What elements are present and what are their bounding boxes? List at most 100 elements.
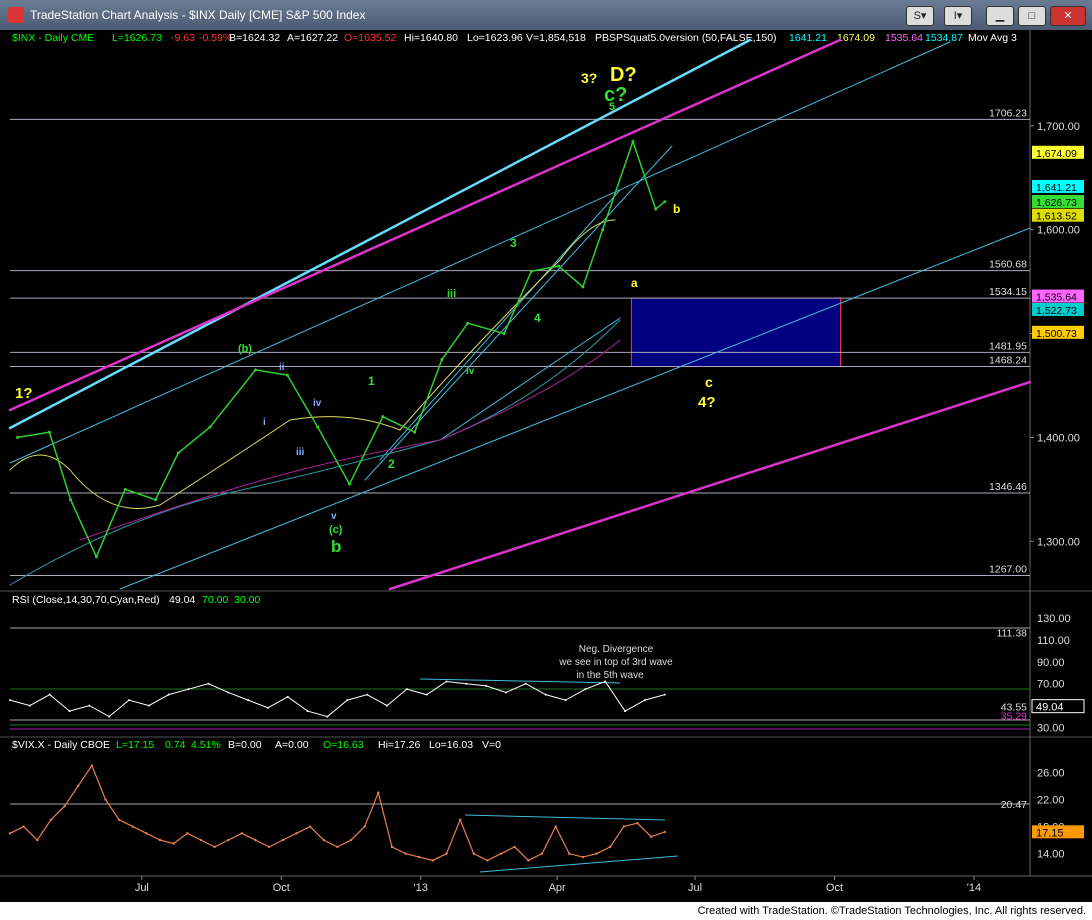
close-button[interactable]: ✕ [1050, 6, 1086, 26]
wave-label: ii [279, 362, 285, 373]
vix-point [445, 852, 448, 855]
minimize-button[interactable]: ▁ [986, 6, 1014, 26]
vix-point [649, 835, 653, 838]
rsi-point [48, 693, 51, 696]
title-bar: TradeStation Chart Analysis - $INX Daily… [0, 0, 1092, 31]
price-point [557, 264, 561, 268]
vix-point [8, 832, 12, 835]
trend-channels [8, 38, 1032, 591]
wave-label: c [705, 374, 713, 390]
price-point [254, 368, 258, 372]
vix-point [581, 855, 585, 859]
price-tag-label: 1,535.64 [1036, 292, 1077, 304]
wave-label: i [263, 417, 266, 428]
vix-point [540, 852, 544, 855]
price-volume: V=1,854,518 [526, 32, 586, 44]
rsi-point [286, 695, 289, 698]
price-bid: B=1624.32 [229, 32, 280, 44]
price-point [654, 207, 658, 211]
maximize-button[interactable]: □ [1018, 6, 1046, 26]
channel-line-cyan-mid [9, 41, 951, 464]
rsi-point [147, 704, 150, 707]
price-percent: -0.59% [199, 32, 232, 44]
price-point [601, 228, 605, 232]
wave-label: iii [447, 288, 456, 300]
vix-point [267, 845, 271, 849]
chart-area[interactable]: $INX - Daily CME L=1626.73 -9.63 -0.59% … [0, 30, 1092, 902]
vix-point [486, 859, 489, 862]
price-point [69, 498, 73, 502]
symbol-link-s-button[interactable]: S▾ [906, 6, 934, 26]
vix-point [145, 832, 148, 835]
vix-point [568, 852, 571, 855]
vix-point [663, 830, 666, 834]
moving-average-cyan [439, 317, 621, 441]
rsi-point [187, 688, 190, 691]
annotation-line-1: Neg. Divergence [579, 644, 654, 655]
rsi-point [247, 699, 250, 702]
vix-label: $VIX.X - Daily CBOE [12, 739, 110, 751]
rsi-point [167, 693, 170, 696]
price-point [663, 200, 667, 204]
rsi-level-label: 111.38 [996, 627, 1027, 639]
price-last: L=1626.73 [112, 32, 162, 44]
vix-high: Hi=17.26 [378, 739, 420, 751]
vix-point [90, 764, 94, 767]
price-axis-label: 1,600.00 [1037, 225, 1080, 237]
price-point [285, 373, 289, 377]
indicator-value-4: 1534.87 [925, 32, 963, 44]
vix-point [527, 859, 530, 862]
vix-point [22, 825, 25, 828]
price-open: O=1635.52 [344, 32, 396, 44]
price-level-label: 1706.23 [989, 107, 1027, 119]
price-ask: A=1627.22 [287, 32, 338, 44]
vix-point [363, 825, 366, 828]
rsi-axis-label: 130.00 [1037, 613, 1071, 625]
vix-change: 0.74 [165, 739, 186, 751]
wave-label: D? [610, 64, 637, 86]
price-symbol: $INX - Daily CME [12, 32, 94, 44]
wave-label: iii [296, 447, 305, 458]
rsi-point [385, 704, 388, 707]
chart-svg[interactable]: $INX - Daily CME L=1626.73 -9.63 -0.59% … [0, 30, 1092, 902]
rsi-value: 49.04 [169, 594, 195, 606]
rsi-point [9, 699, 11, 702]
price-point [502, 332, 506, 336]
vix-point [158, 838, 162, 842]
rsi-point [425, 693, 428, 696]
price-point [631, 139, 635, 143]
moving-average-label: Mov Avg 3 [968, 32, 1017, 44]
vix-lower-trendline [479, 855, 679, 873]
rsi-point [28, 704, 31, 707]
indicator-label: PBSPSquat5.0version (50,FALSE,150) [595, 32, 777, 44]
moving-average-magenta [79, 339, 621, 541]
rsi-point [68, 710, 71, 713]
wave-label: b [331, 537, 341, 556]
wave-label: 1? [15, 385, 33, 402]
wave-label: b [673, 202, 680, 216]
vix-point [418, 855, 421, 859]
rsi-point [544, 693, 547, 696]
vix-low: Lo=16.03 [429, 739, 473, 751]
rsi-point [445, 680, 448, 683]
price-tag-label: 1,641.21 [1036, 182, 1077, 194]
indicator-value-3: 1535.64 [885, 32, 923, 44]
rsi-level-label: 35.29 [1001, 711, 1027, 723]
rsi-point [128, 699, 131, 702]
rsi-axis-label: 70.00 [1037, 679, 1065, 691]
copyright-text: Created with TradeStation. ©TradeStation… [697, 905, 1086, 917]
channel-line-cyan-lower [119, 227, 1031, 590]
vix-point [622, 825, 626, 828]
vix-point [104, 798, 107, 801]
annotation-line-2: we see in top of 3rd wave [558, 657, 673, 668]
wave-label: iv [313, 398, 322, 409]
price-series-line [17, 139, 666, 559]
wave-label: 1 [368, 374, 375, 388]
time-axis-label: Oct [273, 882, 290, 894]
indicator-i-button[interactable]: I▾ [944, 6, 972, 26]
price-point [47, 430, 51, 434]
moving-average-yellow [9, 219, 616, 509]
price-point [413, 430, 417, 434]
vix-point [377, 791, 380, 794]
vix-point [336, 845, 339, 849]
